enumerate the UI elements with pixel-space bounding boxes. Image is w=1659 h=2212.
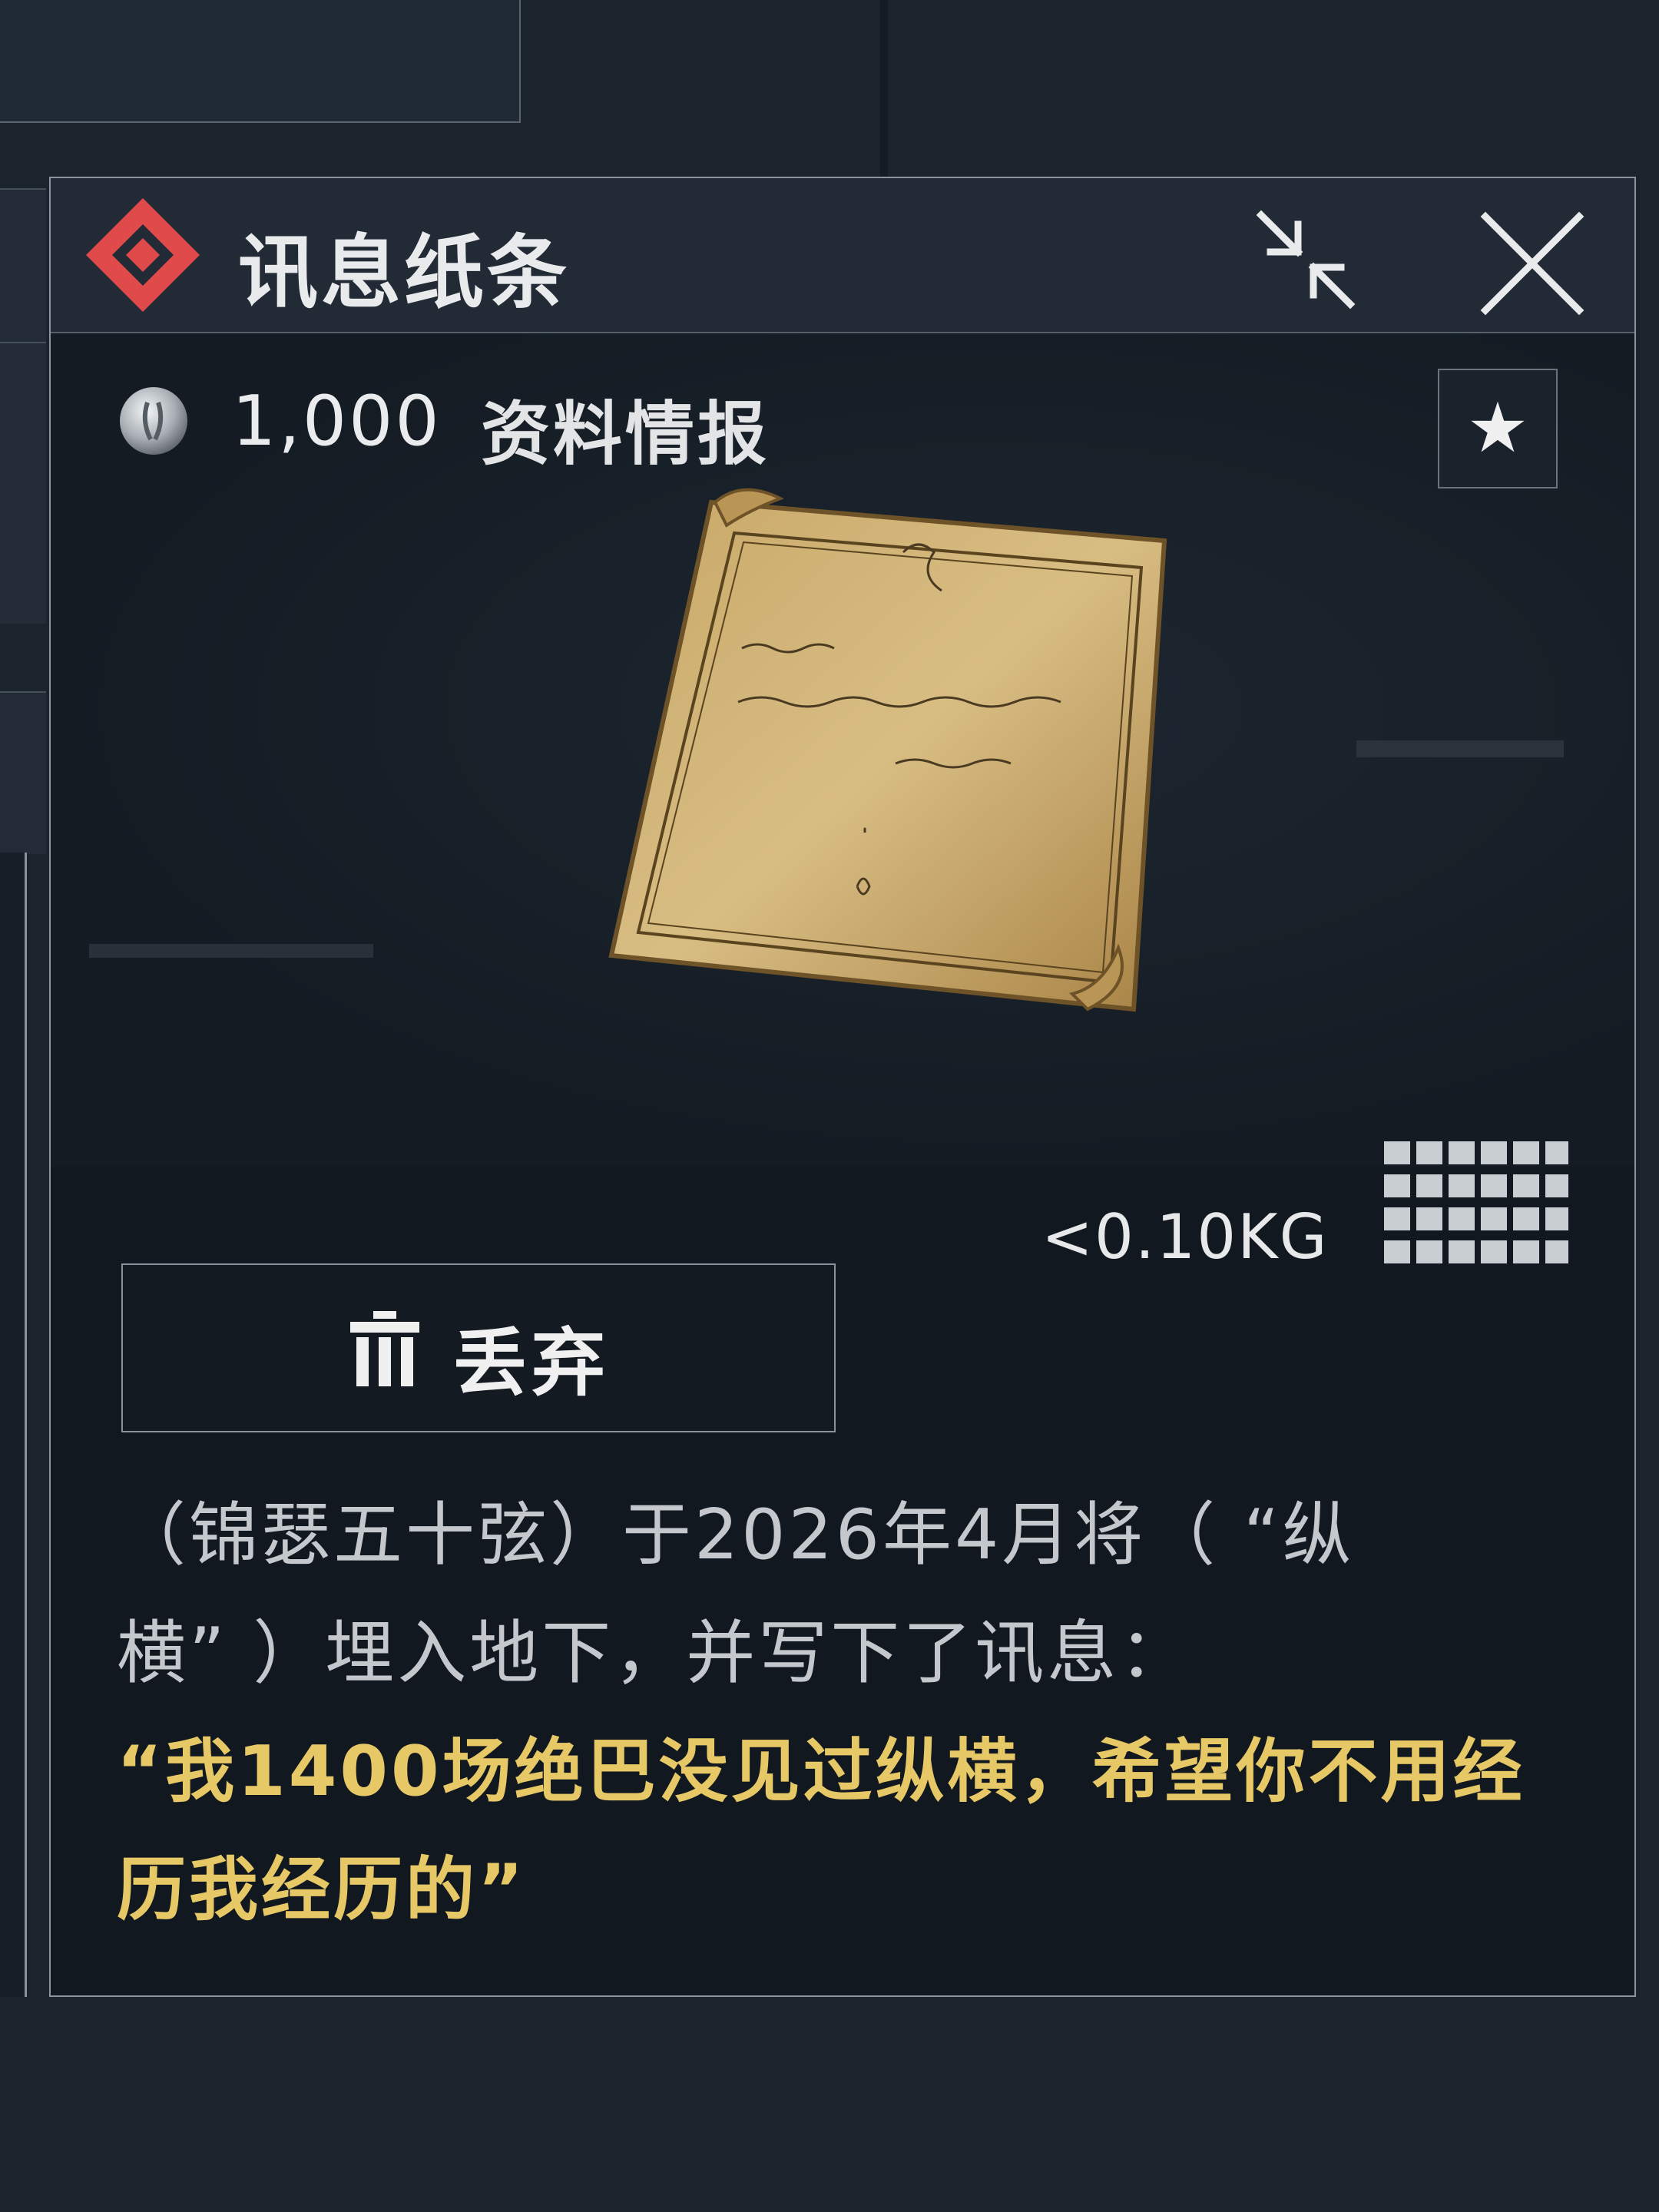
discard-label: 丢弃 [453,1320,610,1406]
trash-icon [350,1311,419,1386]
collapse-arrows-icon[interactable] [1252,206,1359,313]
background-left-panel [0,853,27,1997]
background-strip [0,342,46,624]
discard-button[interactable]: 丢弃 [121,1263,836,1432]
background-bar [89,944,373,958]
item-weight: <0.10KG [1041,1201,1329,1273]
background-strip [0,188,46,343]
background-bar [1356,740,1564,757]
star-icon: ★ [1466,388,1529,469]
message-quote-line: “我1400场绝巴没见过纵横，希望你不用经 [117,1731,1525,1812]
background-divider [880,0,888,177]
grid-size-icon [1384,1141,1568,1263]
background-panel [0,0,521,123]
dialog-title: 讯息纸条 [238,226,571,320]
item-preview-area: 1,000 资料情报 ★ <0.10KG [51,333,1634,1273]
close-x-icon[interactable] [1475,206,1590,321]
favorite-button[interactable]: ★ [1438,369,1558,488]
message-quote-line: 历我经历的” [117,1849,527,1930]
item-detail-dialog: 讯息纸条 1,000 资料情报 ★ <0.10KG 丢弃 （锦瑟五十弦）于202… [49,177,1636,1997]
item-price: 1,000 [232,381,442,462]
red-diamond-icon [86,198,200,312]
coin-icon [120,387,187,455]
background-strip [0,691,46,854]
description-line: （锦瑟五十弦）于2026年4月将（ “纵 [117,1495,1355,1575]
paper-note-image [608,488,1167,1012]
dialog-titlebar: 讯息纸条 [51,178,1634,333]
description-line: 横” ）埋入地下，并写下了讯息： [117,1613,1192,1694]
